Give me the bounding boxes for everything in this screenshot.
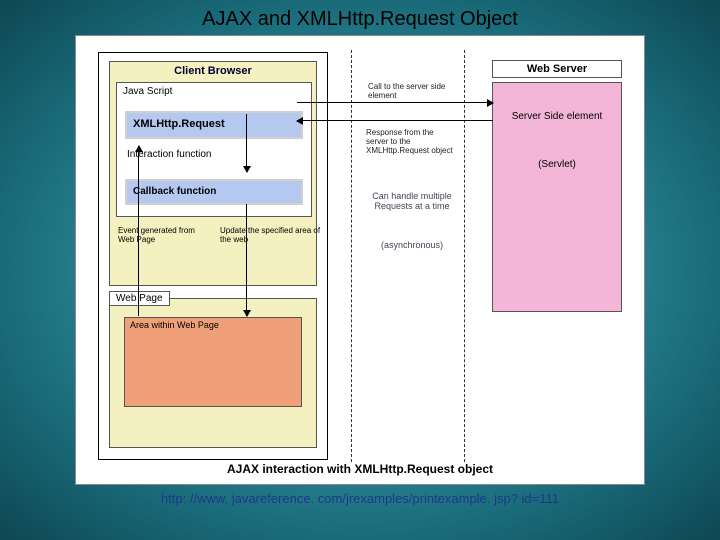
diagram-caption: AJAX interaction with XMLHttp.Request ob… [76, 462, 644, 476]
source-url-text: http: //www. javareference. com/jrexampl… [0, 485, 720, 512]
server-side-element-text: Server Side element [493, 111, 621, 123]
arrow-event-to-interaction [138, 146, 139, 316]
javascript-box: Java Script XMLHttp.Request Interaction … [116, 82, 312, 217]
client-group: Client Browser Java Script XMLHttp.Reque… [98, 52, 328, 460]
callback-function-box: Callback function [125, 179, 303, 205]
web-server-title: Web Server [492, 60, 622, 78]
asynchronous-text: (asynchronous) [372, 240, 452, 250]
update-area-text: Update the specified area of the web [220, 227, 325, 245]
arrow-callback-to-area [246, 204, 247, 316]
event-generated-text: Event generated from Web Page [118, 227, 203, 245]
arrow-response-from-server [297, 120, 493, 121]
can-handle-multiple-text: Can handle multiple Requests at a time [372, 191, 452, 212]
divider-dash-2 [464, 50, 465, 462]
javascript-label: Java Script [117, 83, 311, 100]
divider-dash-1 [351, 50, 352, 462]
web-page-label: Web Page [109, 291, 170, 306]
arrow-call-to-server [297, 102, 493, 103]
web-page-box: Web Page Area within Web Page [109, 298, 317, 448]
area-within-page-box: Area within Web Page [124, 317, 302, 407]
response-from-server-text: Response from the server to the XMLHttp.… [366, 128, 458, 156]
page-title: AJAX and XMLHttp.Request Object [0, 0, 720, 35]
servlet-text: (Servlet) [493, 159, 621, 170]
xmlhttprequest-box: XMLHttp.Request [125, 111, 303, 139]
client-browser-box: Client Browser Java Script XMLHttp.Reque… [109, 61, 317, 286]
diagram-canvas: Client Browser Java Script XMLHttp.Reque… [75, 35, 645, 485]
client-browser-title: Client Browser [110, 62, 316, 78]
call-to-server-text: Call to the server side element [368, 82, 453, 100]
server-box: Server Side element (Servlet) [492, 82, 622, 312]
arrow-xhr-to-callback [246, 114, 247, 172]
